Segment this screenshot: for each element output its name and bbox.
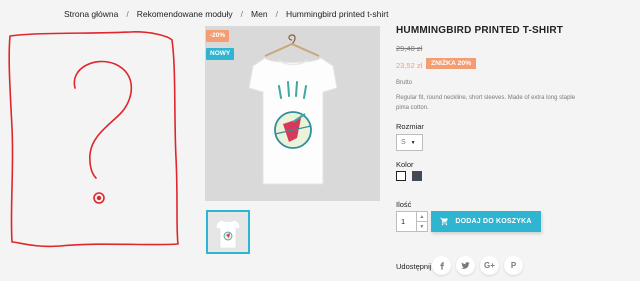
color-swatch-dark[interactable] — [412, 171, 422, 181]
regular-price: 29,40 zł — [396, 44, 423, 53]
google-plus-icon: G+ — [484, 261, 495, 270]
facebook-share-button[interactable] — [432, 256, 451, 275]
google-plus-share-button[interactable]: G+ — [480, 256, 499, 275]
twitter-share-button[interactable] — [456, 256, 475, 275]
tax-label: Brutto — [396, 80, 413, 86]
twitter-icon — [461, 262, 470, 269]
caret-down-icon: ▼ — [410, 139, 416, 146]
color-label: Kolor — [396, 160, 414, 169]
breadcrumb-current: Hummingbird printed t-shirt — [285, 9, 389, 19]
discount-badge: -20% — [206, 30, 230, 42]
color-swatch-white[interactable] — [396, 171, 406, 181]
quantity-buttons: ▲ ▼ — [415, 212, 427, 231]
size-select[interactable]: S ▼ — [396, 134, 423, 151]
breadcrumb-featured-link[interactable]: Rekomendowane moduły — [137, 9, 233, 19]
discount-percentage-badge: ZNIŻKA 20% — [426, 58, 477, 69]
product-thumbnail[interactable] — [206, 210, 250, 254]
breadcrumb-separator: / — [275, 9, 278, 19]
quantity-stepper: 1 ▲ ▼ — [396, 211, 428, 232]
tshirt-thumbnail-image — [208, 212, 248, 252]
decrement-icon[interactable]: ▼ — [417, 222, 427, 231]
current-price: 23,52 zł — [396, 61, 423, 70]
breadcrumb-separator: / — [126, 9, 129, 19]
breadcrumb: Strona główna / Rekomendowane moduły / M… — [64, 6, 640, 22]
new-badge: NOWY — [206, 48, 235, 60]
pinterest-share-button[interactable]: P — [504, 256, 523, 275]
increment-icon[interactable]: ▲ — [416, 212, 427, 222]
add-to-cart-label: DODAJ DO KOSZYKA — [455, 218, 532, 225]
breadcrumb-men-link[interactable]: Men — [251, 9, 268, 19]
size-label: Rozmiar — [396, 122, 424, 131]
breadcrumb-separator: / — [240, 9, 244, 19]
product-title: HUMMINGBIRD PRINTED T-SHIRT — [396, 25, 564, 36]
add-to-cart-button[interactable]: DODAJ DO KOSZYKA — [431, 211, 541, 232]
pinterest-icon: P — [510, 261, 517, 270]
facebook-icon — [439, 261, 444, 270]
product-description: Regular fit, round neckline, short sleev… — [396, 95, 576, 111]
breadcrumb-home-link[interactable]: Strona główna — [64, 9, 118, 19]
shopping-cart-icon — [440, 217, 449, 226]
share-label: Udostępnij — [396, 262, 432, 271]
quantity-label: Ilość — [396, 200, 412, 209]
quantity-input[interactable]: 1 — [397, 212, 416, 231]
hand-drawn-question-mark-doodle — [8, 31, 179, 248]
size-selected-value: S — [401, 139, 406, 146]
